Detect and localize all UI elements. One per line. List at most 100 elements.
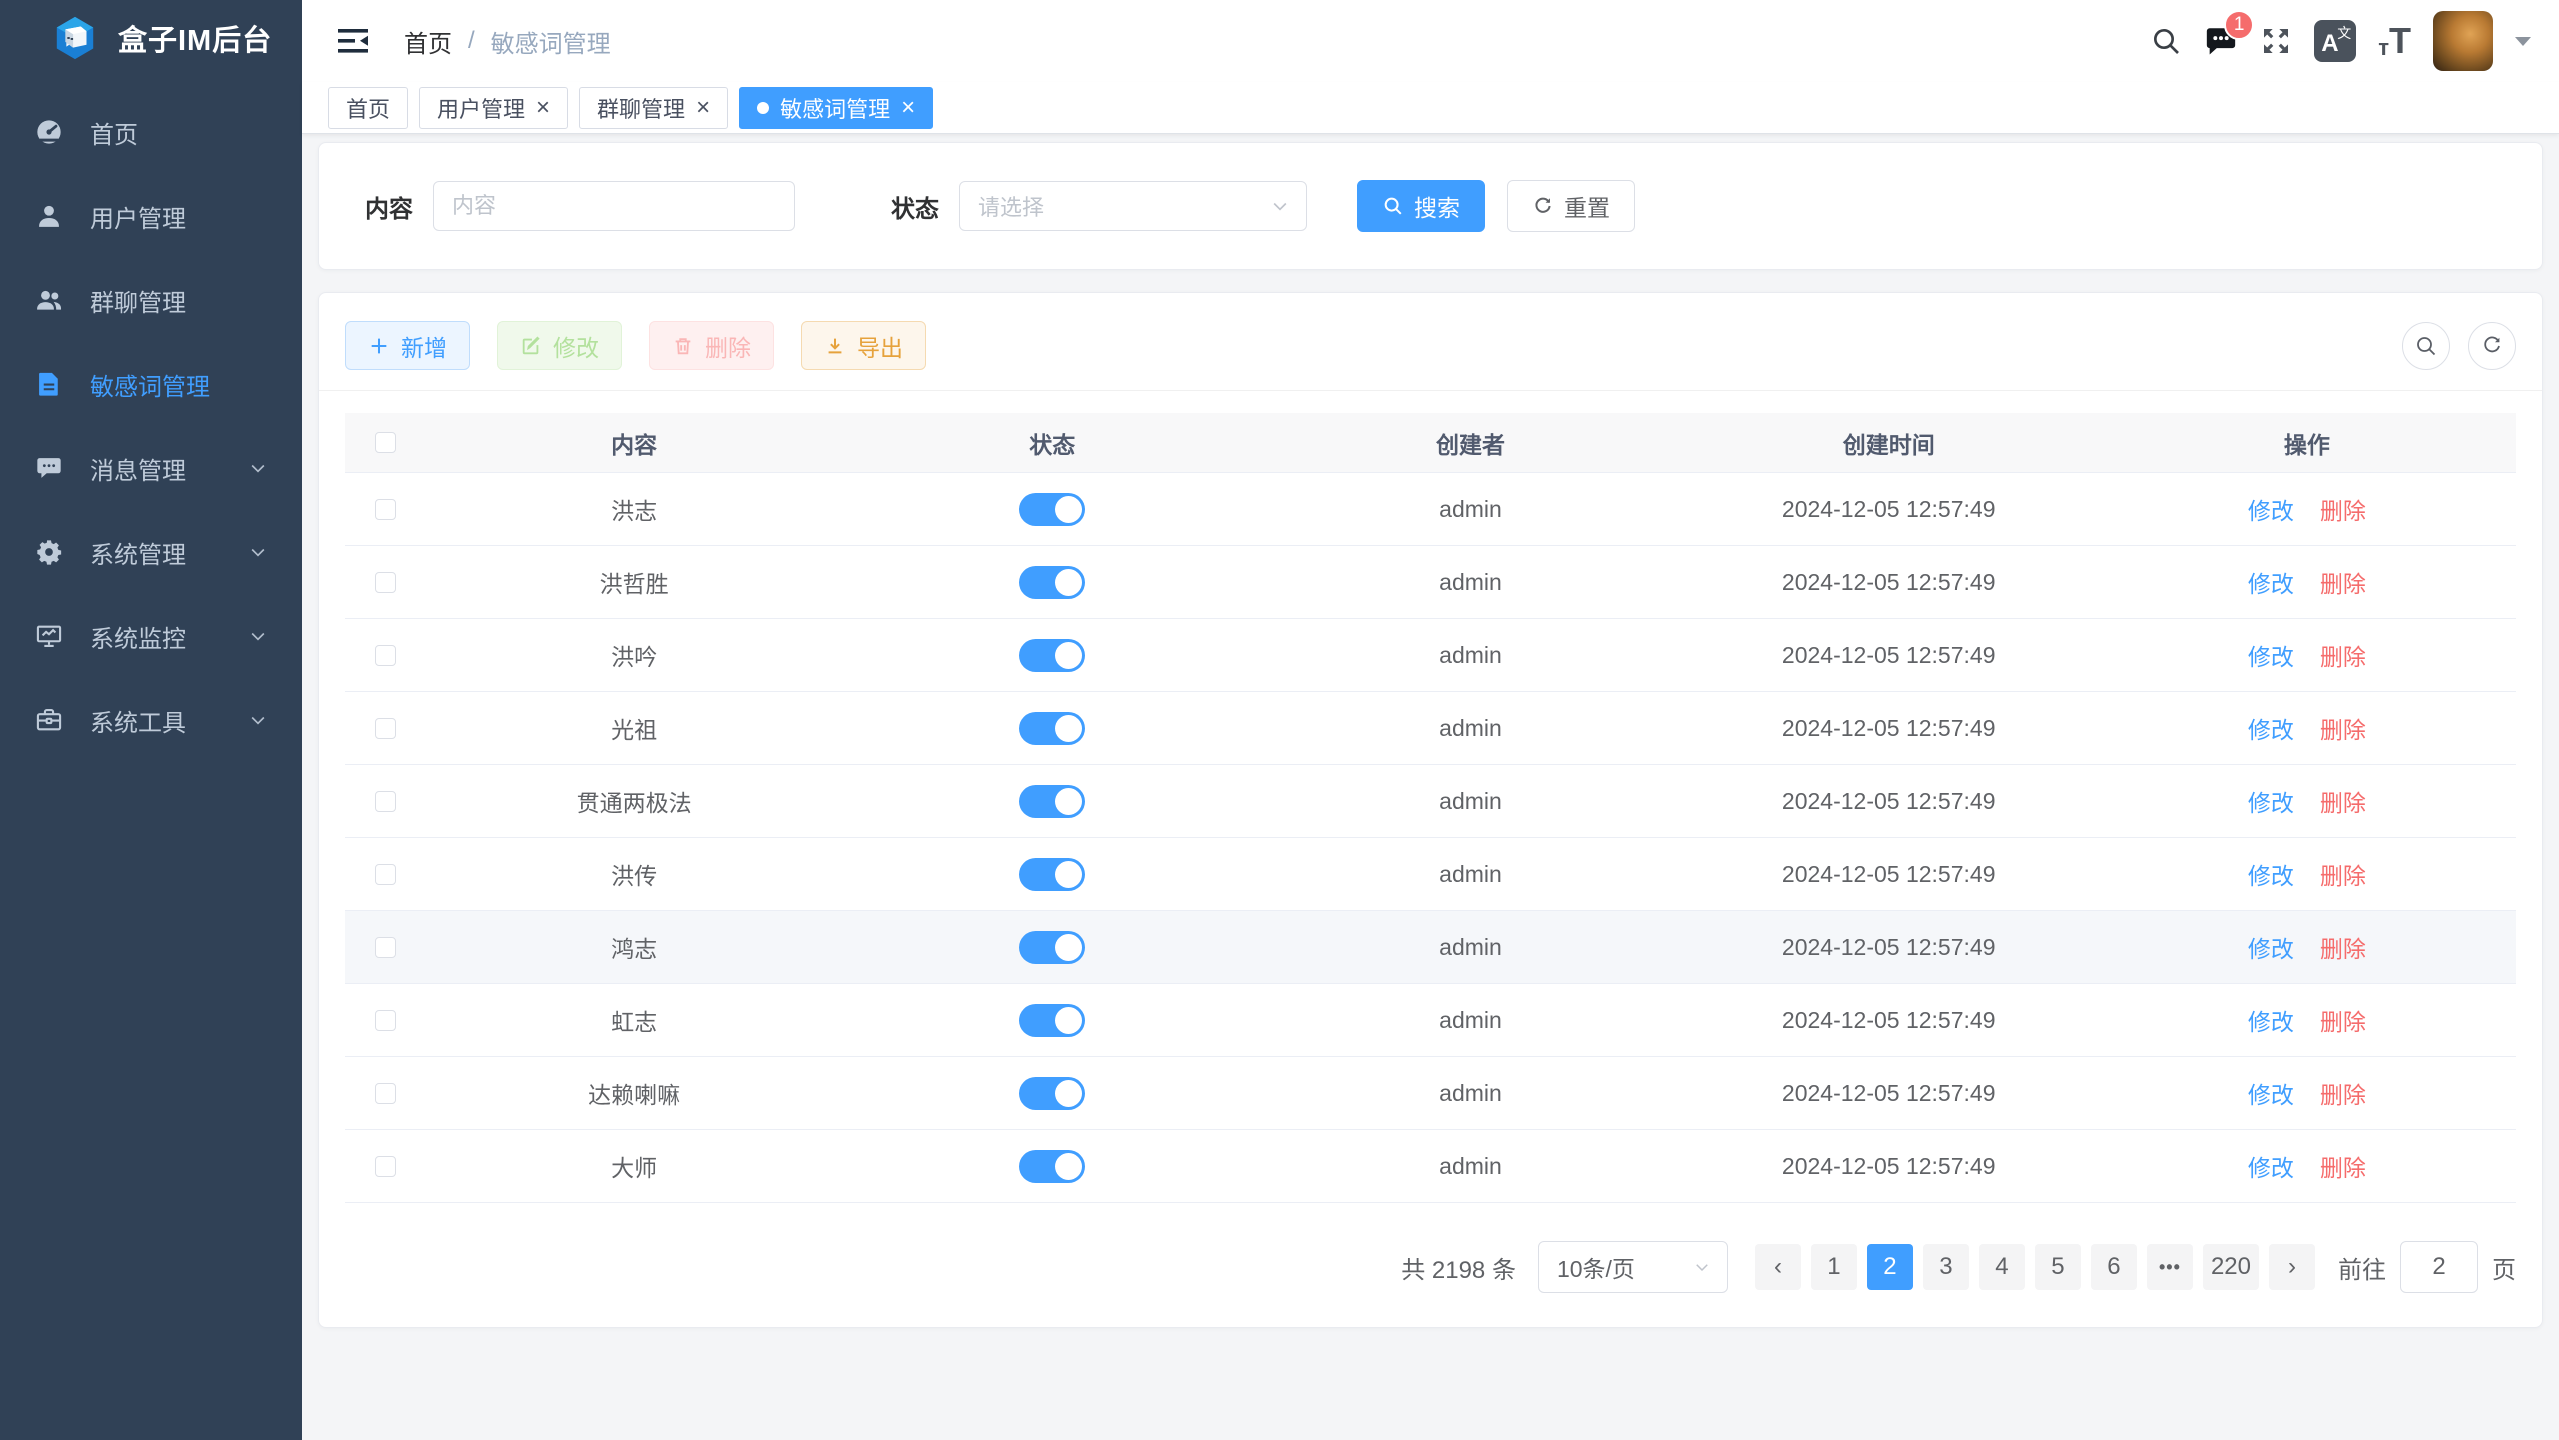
tab-home[interactable]: 首页 bbox=[328, 87, 408, 129]
message-count-badge: 1 bbox=[2224, 10, 2254, 40]
page-button-1[interactable]: 1 bbox=[1811, 1244, 1857, 1290]
page-button-5[interactable]: 5 bbox=[2035, 1244, 2081, 1290]
goto-page-input[interactable] bbox=[2400, 1241, 2478, 1293]
row-edit-link[interactable]: 修改 bbox=[2248, 1149, 2294, 1183]
page-button-3[interactable]: 3 bbox=[1923, 1244, 1969, 1290]
row-edit-link[interactable]: 修改 bbox=[2248, 711, 2294, 745]
edit-button-label: 修改 bbox=[553, 329, 599, 363]
edit-button[interactable]: 修改 bbox=[497, 321, 622, 370]
cell-creator: admin bbox=[1261, 569, 1679, 596]
export-button[interactable]: 导出 bbox=[801, 321, 926, 370]
app-logo[interactable]: 盒子IM后台 bbox=[0, 0, 302, 76]
row-delete-link[interactable]: 删除 bbox=[2320, 565, 2366, 599]
page-button-4[interactable]: 4 bbox=[1979, 1244, 2025, 1290]
row-edit-link[interactable]: 修改 bbox=[2248, 1003, 2294, 1037]
user-avatar[interactable] bbox=[2433, 11, 2493, 71]
content-input[interactable] bbox=[433, 181, 795, 231]
sidebar-item-users[interactable]: 用户管理 bbox=[0, 174, 302, 258]
close-icon[interactable]: × bbox=[536, 96, 550, 120]
search-icon[interactable] bbox=[2150, 25, 2182, 57]
status-toggle[interactable] bbox=[1019, 639, 1085, 672]
row-delete-link[interactable]: 删除 bbox=[2320, 711, 2366, 745]
page-button-2[interactable]: 2 bbox=[1867, 1244, 1913, 1290]
refresh-table-button[interactable] bbox=[2468, 322, 2516, 370]
breadcrumb-home[interactable]: 首页 bbox=[404, 24, 452, 59]
row-checkbox[interactable] bbox=[375, 718, 396, 739]
next-page-button[interactable]: › bbox=[2269, 1244, 2315, 1290]
page-button-220[interactable]: 220 bbox=[2203, 1244, 2259, 1290]
table-row: 大师 admin 2024-12-05 12:57:49 修改 删除 bbox=[345, 1130, 2516, 1203]
sidebar-item-system-admin[interactable]: 系统管理 bbox=[0, 510, 302, 594]
sidebar-item-messages[interactable]: 消息管理 bbox=[0, 426, 302, 510]
page-button-6[interactable]: 6 bbox=[2091, 1244, 2137, 1290]
row-edit-link[interactable]: 修改 bbox=[2248, 784, 2294, 818]
delete-button[interactable]: 删除 bbox=[649, 321, 774, 370]
status-toggle[interactable] bbox=[1019, 712, 1085, 745]
page-size-select[interactable]: 10条/页 bbox=[1538, 1241, 1728, 1293]
select-all-checkbox[interactable] bbox=[375, 432, 396, 453]
sidebar-item-groups[interactable]: 群聊管理 bbox=[0, 258, 302, 342]
cell-created-time: 2024-12-05 12:57:49 bbox=[1680, 788, 2098, 815]
filter-panel: 内容 状态 请选择 搜索 重置 bbox=[318, 142, 2543, 270]
status-toggle[interactable] bbox=[1019, 1077, 1085, 1110]
status-toggle[interactable] bbox=[1019, 1150, 1085, 1183]
status-select[interactable]: 请选择 bbox=[959, 181, 1307, 231]
sidebar-item-sensitive-words[interactable]: 敏感词管理 bbox=[0, 342, 302, 426]
font-size-icon[interactable]: тT bbox=[2378, 23, 2411, 59]
messages-icon[interactable]: 1 bbox=[2204, 24, 2238, 58]
table-toolbar: 新增 修改 删除 导出 bbox=[319, 293, 2542, 391]
row-checkbox[interactable] bbox=[375, 937, 396, 958]
row-delete-link[interactable]: 删除 bbox=[2320, 930, 2366, 964]
row-delete-link[interactable]: 删除 bbox=[2320, 1003, 2366, 1037]
sidebar-item-home[interactable]: 首页 bbox=[0, 90, 302, 174]
tab-group-management[interactable]: 群聊管理 × bbox=[579, 87, 728, 129]
sidebar-item-system-tools[interactable]: 系统工具 bbox=[0, 678, 302, 762]
cell-created-time: 2024-12-05 12:57:49 bbox=[1680, 1007, 2098, 1034]
status-toggle[interactable] bbox=[1019, 566, 1085, 599]
page-ellipsis[interactable]: ••• bbox=[2147, 1244, 2193, 1290]
cell-status bbox=[843, 493, 1261, 526]
status-toggle[interactable] bbox=[1019, 858, 1085, 891]
status-toggle[interactable] bbox=[1019, 785, 1085, 818]
row-delete-link[interactable]: 删除 bbox=[2320, 492, 2366, 526]
prev-page-button[interactable]: ‹ bbox=[1755, 1244, 1801, 1290]
row-checkbox[interactable] bbox=[375, 645, 396, 666]
row-checkbox[interactable] bbox=[375, 864, 396, 885]
user-menu-caret-icon[interactable] bbox=[2515, 37, 2531, 46]
sidebar-item-system-monitor[interactable]: 系统监控 bbox=[0, 594, 302, 678]
row-delete-link[interactable]: 删除 bbox=[2320, 784, 2366, 818]
reset-button[interactable]: 重置 bbox=[1507, 180, 1635, 232]
language-icon[interactable]: A 文 bbox=[2314, 20, 2356, 62]
status-toggle[interactable] bbox=[1019, 931, 1085, 964]
row-edit-link[interactable]: 修改 bbox=[2248, 638, 2294, 672]
row-edit-link[interactable]: 修改 bbox=[2248, 930, 2294, 964]
show-search-button[interactable] bbox=[2402, 322, 2450, 370]
row-delete-link[interactable]: 删除 bbox=[2320, 857, 2366, 891]
sidebar-collapse-button[interactable] bbox=[336, 26, 370, 56]
status-toggle[interactable] bbox=[1019, 1004, 1085, 1037]
tab-user-management[interactable]: 用户管理 × bbox=[419, 87, 568, 129]
search-button[interactable]: 搜索 bbox=[1357, 180, 1485, 232]
row-checkbox[interactable] bbox=[375, 1010, 396, 1031]
goto-suffix: 页 bbox=[2492, 1250, 2516, 1285]
row-edit-link[interactable]: 修改 bbox=[2248, 1076, 2294, 1110]
row-checkbox[interactable] bbox=[375, 1083, 396, 1104]
tab-sensitive-words[interactable]: 敏感词管理 × bbox=[739, 87, 933, 129]
close-icon[interactable]: × bbox=[901, 96, 915, 120]
row-edit-link[interactable]: 修改 bbox=[2248, 857, 2294, 891]
row-delete-link[interactable]: 删除 bbox=[2320, 638, 2366, 672]
row-checkbox[interactable] bbox=[375, 1156, 396, 1177]
status-toggle[interactable] bbox=[1019, 493, 1085, 526]
row-checkbox[interactable] bbox=[375, 572, 396, 593]
fullscreen-icon[interactable] bbox=[2260, 25, 2292, 57]
row-delete-link[interactable]: 删除 bbox=[2320, 1076, 2366, 1110]
add-button[interactable]: 新增 bbox=[345, 321, 470, 370]
reset-button-label: 重置 bbox=[1564, 189, 1610, 223]
row-checkbox[interactable] bbox=[375, 499, 396, 520]
row-edit-link[interactable]: 修改 bbox=[2248, 565, 2294, 599]
row-checkbox[interactable] bbox=[375, 791, 396, 812]
close-icon[interactable]: × bbox=[696, 96, 710, 120]
row-edit-link[interactable]: 修改 bbox=[2248, 492, 2294, 526]
sidebar-item-label: 系统管理 bbox=[90, 535, 248, 570]
row-delete-link[interactable]: 删除 bbox=[2320, 1149, 2366, 1183]
